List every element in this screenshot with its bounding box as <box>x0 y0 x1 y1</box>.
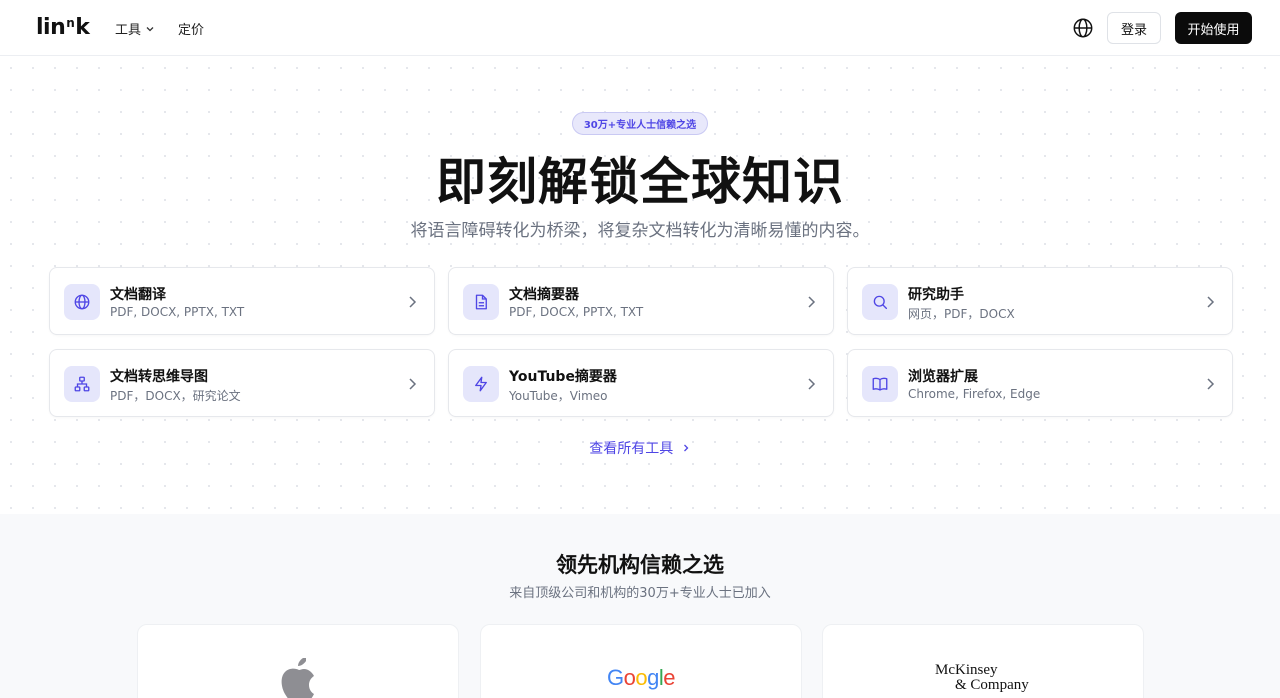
view-all-tools-link[interactable]: 查看所有工具 <box>0 438 1280 458</box>
globe-icon[interactable] <box>1072 17 1094 39</box>
mckinsey-line-2: & Company <box>955 677 1029 693</box>
login-button[interactable]: 登录 <box>1107 12 1161 44</box>
tool-card-desc: PDF, DOCX, PPTX, TXT <box>110 305 245 319</box>
linnk-logo[interactable]: lin n k <box>36 14 90 40</box>
hero-subtitle: 将语言障碍转化为桥梁，将复杂文档转化为清晰易懂的内容。 <box>410 221 870 241</box>
logo-card-apple <box>137 624 459 698</box>
nav-tools-menu[interactable]: 工具 <box>115 19 155 38</box>
lightning-icon <box>463 366 499 402</box>
document-icon <box>463 284 499 320</box>
tool-card-browser-extension[interactable]: 浏览器扩展 Chrome, Firefox, Edge <box>847 349 1233 417</box>
logo-card-google: Google <box>480 624 802 698</box>
mckinsey-logo: McKinsey & Company <box>935 663 1029 693</box>
google-logo: Google <box>481 665 801 691</box>
logo-text-1: lin <box>36 15 66 40</box>
tool-card-title: 浏览器扩展 <box>908 369 978 385</box>
tool-card-research-assistant[interactable]: 研究助手 网页，PDF，DOCX <box>847 267 1233 335</box>
tool-card-title: 文档翻译 <box>110 287 166 303</box>
google-letter: o <box>635 665 648 690</box>
tool-card-doc-to-mindmap[interactable]: 文档转思维导图 PDF，DOCX，研究论文 <box>49 349 435 417</box>
nav-pricing-link[interactable]: 定价 <box>178 19 204 38</box>
tool-card-desc: YouTube，Vimeo <box>509 389 608 403</box>
logo-text-sup: n <box>66 16 75 30</box>
trusted-title: 领先机构信赖之选 <box>556 553 724 577</box>
google-letter: o <box>623 665 636 690</box>
apple-logo-icon <box>281 658 314 698</box>
nav-tools-label: 工具 <box>115 23 142 38</box>
logo-text-2: k <box>75 15 90 40</box>
view-all-label: 查看所有工具 <box>589 441 674 457</box>
tool-card-desc: Chrome, Firefox, Edge <box>908 387 1041 401</box>
chevron-right-icon <box>409 378 417 390</box>
chevron-right-icon <box>808 378 816 390</box>
tool-card-youtube-summarizer[interactable]: YouTube摘要器 YouTube，Vimeo <box>448 349 834 417</box>
chevron-down-icon <box>146 26 154 31</box>
hero-title: 即刻解锁全球知识 <box>436 153 844 211</box>
chevron-right-icon <box>1207 378 1215 390</box>
top-nav: lin n k 工具 定价 登录 开始使用 <box>0 0 1280 56</box>
tool-card-document-summarizer[interactable]: 文档摘要器 PDF, DOCX, PPTX, TXT <box>448 267 834 335</box>
trust-badge: 30万+专业人士信赖之选 <box>572 112 708 135</box>
chevron-right-icon <box>1207 296 1215 308</box>
tool-card-document-translation[interactable]: 文档翻译 PDF, DOCX, PPTX, TXT <box>49 267 435 335</box>
google-letter: G <box>606 665 624 690</box>
logo-card-mckinsey: McKinsey & Company <box>822 624 1144 698</box>
get-started-button[interactable]: 开始使用 <box>1175 12 1252 44</box>
book-icon <box>862 366 898 402</box>
tool-card-desc: 网页，PDF，DOCX <box>908 307 1015 321</box>
google-letter: g <box>647 665 659 690</box>
tool-card-title: YouTube摘要器 <box>509 369 617 385</box>
trusted-subtitle: 来自顶级公司和机构的30万+专业人士已加入 <box>509 586 771 601</box>
tool-card-desc: PDF, DOCX, PPTX, TXT <box>509 305 644 319</box>
tool-card-title: 研究助手 <box>908 287 964 303</box>
chevron-right-icon <box>409 296 417 308</box>
chevron-right-icon <box>808 296 816 308</box>
mckinsey-line-1: McKinsey <box>935 662 998 678</box>
tool-card-title: 文档摘要器 <box>509 287 579 303</box>
chevron-right-icon <box>683 444 689 452</box>
nav-pricing-label: 定价 <box>178 23 205 38</box>
tool-card-title: 文档转思维导图 <box>110 369 208 385</box>
search-icon <box>862 284 898 320</box>
mindmap-icon <box>64 366 100 402</box>
google-letter: e <box>663 665 675 690</box>
globe-icon <box>64 284 100 320</box>
tool-card-desc: PDF，DOCX，研究论文 <box>110 389 241 403</box>
